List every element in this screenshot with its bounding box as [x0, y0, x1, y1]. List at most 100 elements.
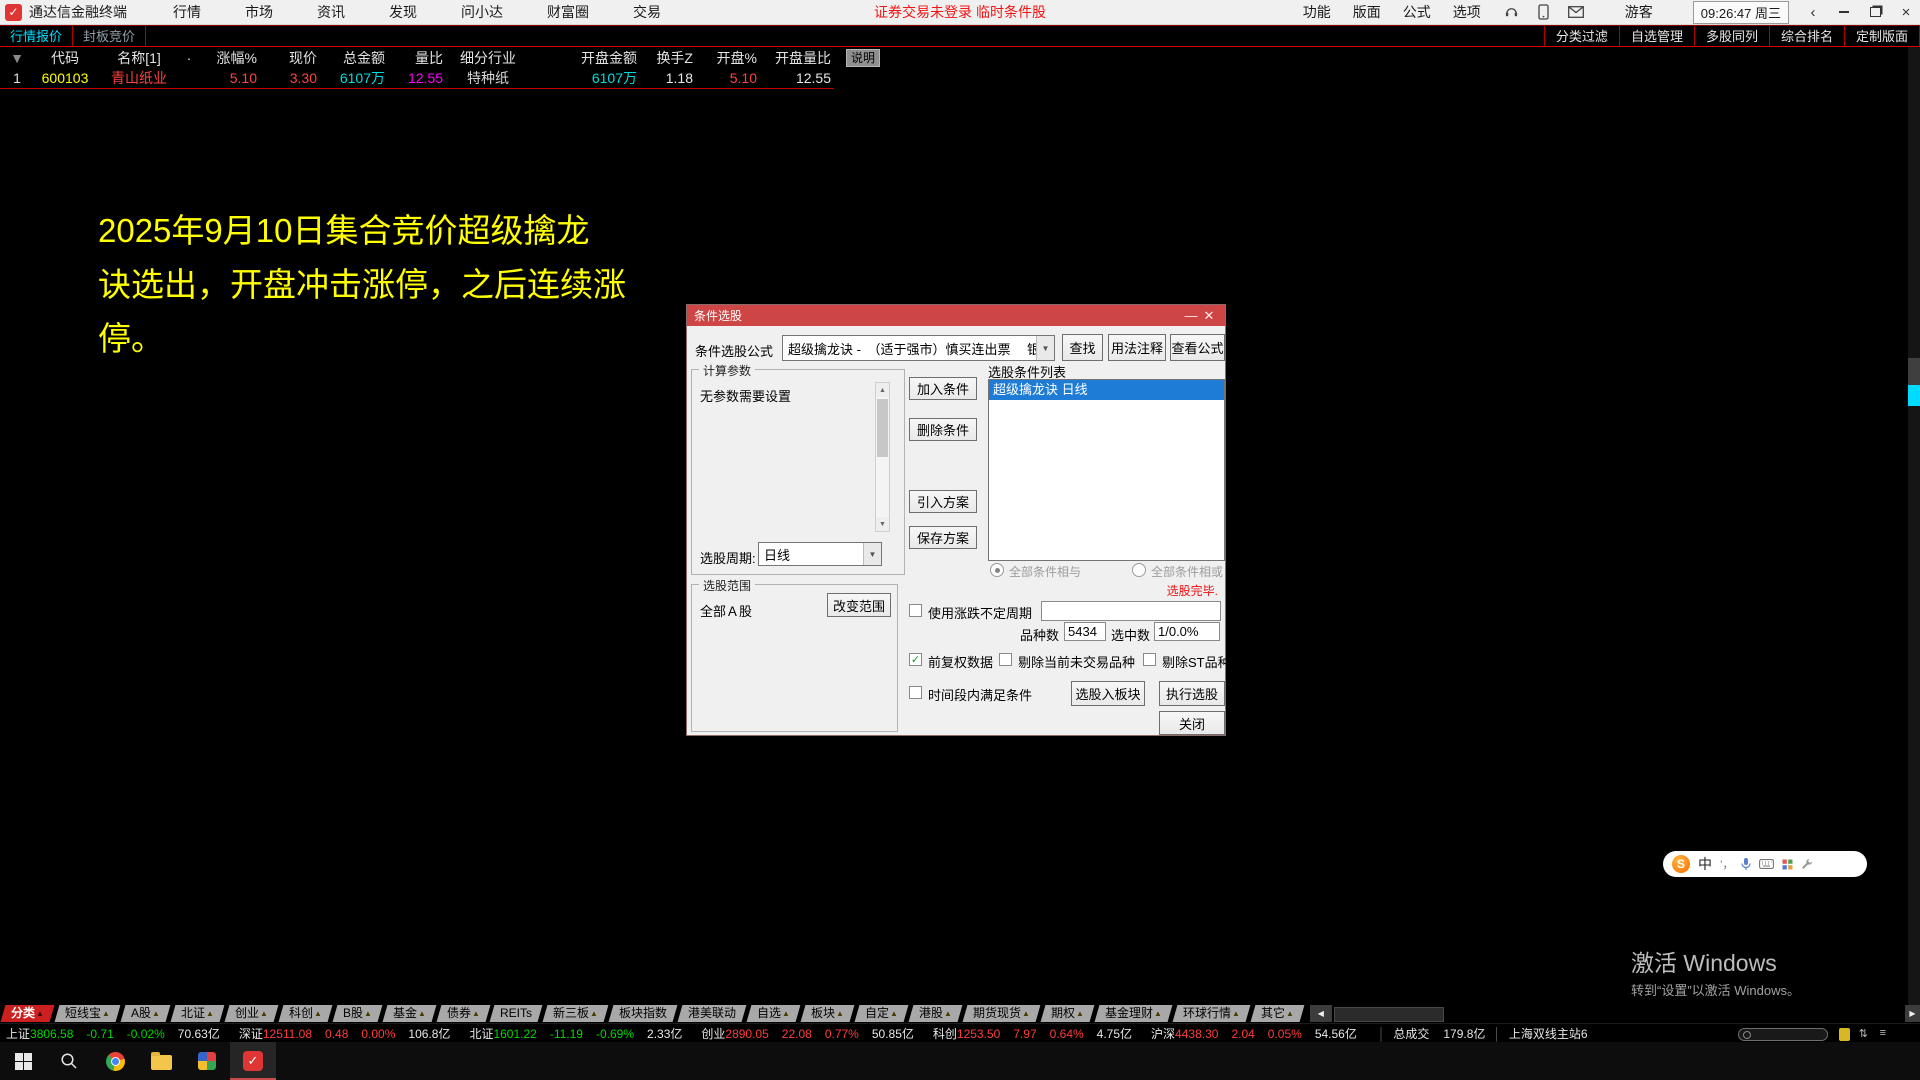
- list-icon[interactable]: ≡: [1880, 1027, 1886, 1039]
- toolbar-button[interactable]: 分类过滤: [1544, 26, 1619, 47]
- column-header[interactable]: 量比: [388, 48, 446, 68]
- column-header[interactable]: 细分行业: [446, 48, 530, 68]
- pick-to-block-button[interactable]: 选股入板块: [1071, 681, 1145, 706]
- chrome-icon[interactable]: [92, 1042, 138, 1080]
- market-tab-分类[interactable]: 分类▲: [1, 1005, 55, 1022]
- column-header[interactable]: 现价: [260, 48, 320, 68]
- checkbox-updown-period[interactable]: [909, 604, 922, 617]
- stock-app-icon[interactable]: [184, 1042, 230, 1080]
- menu-function[interactable]: 功能: [1303, 2, 1331, 22]
- column-header[interactable]: 代码: [34, 48, 96, 68]
- market-tab-自选[interactable]: 自选▲: [747, 1005, 801, 1022]
- status-index-科创[interactable]: 科创1253.507.970.64%4.75亿: [933, 1025, 1145, 1042]
- column-header[interactable]: 开盘量比: [760, 48, 834, 68]
- market-tab-A股[interactable]: A股▲: [120, 1005, 170, 1022]
- menu-options[interactable]: 选项: [1453, 2, 1481, 22]
- params-scrollbar-thumb[interactable]: [877, 399, 888, 457]
- market-tab-板块指数[interactable]: 板块指数: [609, 1005, 678, 1022]
- column-header[interactable]: 名称[1]: [96, 48, 182, 68]
- file-explorer-icon[interactable]: [138, 1042, 184, 1080]
- period-combobox[interactable]: 日线 ▼: [758, 542, 882, 566]
- updown-period-input[interactable]: [1041, 601, 1221, 621]
- tab-quote-report[interactable]: 行情报价: [0, 26, 73, 47]
- checkbox-forward-adjust[interactable]: ✓: [909, 653, 922, 666]
- restore-icon[interactable]: [1867, 4, 1883, 20]
- market-tab-环球行情[interactable]: 环球行情▲: [1173, 1005, 1251, 1022]
- top-menu-item[interactable]: 发现: [389, 2, 417, 22]
- market-tab-港股[interactable]: 港股▲: [909, 1005, 963, 1022]
- menu-formula[interactable]: 公式: [1403, 2, 1431, 22]
- status-index-沪深[interactable]: 沪深4438.302.040.05%54.56亿: [1151, 1025, 1370, 1042]
- toolbar-button[interactable]: 多股同列: [1694, 26, 1769, 47]
- scroll-down-icon[interactable]: ▼: [876, 517, 889, 531]
- column-header[interactable]: 总金额: [320, 48, 388, 68]
- radio-all-or[interactable]: [1132, 563, 1146, 577]
- top-menu-item[interactable]: 财富圈: [547, 2, 589, 22]
- status-index-创业[interactable]: 创业2890.0522.080.77%50.85亿: [701, 1025, 927, 1042]
- radio-all-and[interactable]: [990, 563, 1004, 577]
- find-button[interactable]: 查找: [1062, 334, 1103, 361]
- change-range-button[interactable]: 改变范围: [827, 593, 891, 617]
- transfer-icon[interactable]: ⇅: [1859, 1027, 1868, 1040]
- market-tab-期货现货[interactable]: 期货现货▲: [963, 1005, 1041, 1022]
- column-header[interactable]: 涨幅%: [196, 48, 260, 68]
- wrench-icon[interactable]: [1801, 858, 1813, 870]
- checkbox-exclude-untraded[interactable]: [999, 653, 1012, 666]
- status-index-北证[interactable]: 北证1601.22-11.19-0.69%2.33亿: [469, 1025, 695, 1042]
- usage-note-button[interactable]: 用法注释: [1108, 334, 1166, 361]
- start-button[interactable]: [0, 1042, 46, 1080]
- market-tab-其它[interactable]: 其它▲: [1250, 1005, 1304, 1022]
- note-badge[interactable]: 说明: [846, 49, 880, 67]
- column-header[interactable]: ▼: [0, 50, 34, 66]
- status-index-深证[interactable]: 深证12511.080.480.00%106.8亿: [239, 1025, 464, 1042]
- chevron-down-icon[interactable]: ▼: [1036, 336, 1054, 360]
- market-tab-自定[interactable]: 自定▲: [855, 1005, 909, 1022]
- menu-layout[interactable]: 版面: [1353, 2, 1381, 22]
- checkbox-exclude-st[interactable]: [1143, 653, 1156, 666]
- mail-icon[interactable]: [1567, 4, 1585, 20]
- minimize-icon[interactable]: [1836, 4, 1852, 20]
- view-formula-button[interactable]: 查看公式: [1170, 334, 1225, 361]
- top-menu-item[interactable]: 市场: [245, 2, 273, 22]
- taskbar-search-icon[interactable]: [46, 1042, 92, 1080]
- scroll-up-icon[interactable]: ▲: [876, 383, 889, 397]
- close-button[interactable]: 关闭: [1159, 711, 1225, 735]
- headset-icon[interactable]: [1503, 4, 1521, 20]
- table-row[interactable]: 1600103青山纸业5.103.306107万12.55特种纸6107万1.1…: [0, 68, 834, 87]
- keyboard-icon[interactable]: [1759, 859, 1774, 869]
- market-tab-B股[interactable]: B股▲: [332, 1005, 382, 1022]
- delete-condition-button[interactable]: 删除条件: [909, 418, 977, 441]
- ime-zh-mode[interactable]: 中: [1698, 854, 1712, 874]
- formula-combobox[interactable]: 超级擒龙诀 - （适于强市）慎买连出票 银峰 ▼: [782, 335, 1055, 361]
- column-header[interactable]: 开盘金额: [530, 48, 640, 68]
- punctuation-icon[interactable]: ’，: [1720, 856, 1733, 872]
- dialog-titlebar[interactable]: 条件选股 — ✕: [687, 305, 1225, 326]
- import-plan-button[interactable]: 引入方案: [909, 490, 977, 513]
- checkbox-time-range[interactable]: [909, 686, 922, 699]
- scrollbar-thumb[interactable]: [1908, 385, 1920, 406]
- close-icon[interactable]: ×: [1898, 4, 1914, 20]
- toolbar-button[interactable]: 定制版面: [1844, 26, 1920, 47]
- phone-icon[interactable]: [1535, 4, 1553, 20]
- ime-toolbar[interactable]: S 中 ’，: [1663, 851, 1867, 877]
- column-header[interactable]: ·: [182, 50, 196, 66]
- market-tab-北证[interactable]: 北证▲: [170, 1005, 224, 1022]
- market-tab-科创[interactable]: 科创▲: [278, 1005, 332, 1022]
- market-tab-创业[interactable]: 创业▲: [224, 1005, 278, 1022]
- market-tab-基金[interactable]: 基金▲: [382, 1005, 436, 1022]
- market-tab-板块[interactable]: 板块▲: [801, 1005, 855, 1022]
- market-tab-债券[interactable]: 债券▲: [436, 1005, 490, 1022]
- tab-limit-auction[interactable]: 封板竞价: [73, 26, 146, 47]
- sogou-logo-icon[interactable]: S: [1672, 855, 1690, 873]
- top-menu-item[interactable]: 资讯: [317, 2, 345, 22]
- save-plan-button[interactable]: 保存方案: [909, 526, 977, 549]
- top-menu-item[interactable]: 问小达: [461, 2, 503, 22]
- execute-pick-button[interactable]: 执行选股: [1159, 681, 1225, 706]
- toolbar-button[interactable]: 综合排名: [1769, 26, 1844, 47]
- tabs-scroll-right-icon[interactable]: ▶: [1905, 1005, 1920, 1022]
- add-condition-button[interactable]: 加入条件: [909, 377, 977, 400]
- column-header[interactable]: 换手Z: [640, 48, 696, 68]
- market-tab-基金理财[interactable]: 基金理财▲: [1095, 1005, 1173, 1022]
- mic-icon[interactable]: [1741, 857, 1751, 871]
- condition-list-item-selected[interactable]: 超级擒龙诀 日线: [989, 380, 1224, 400]
